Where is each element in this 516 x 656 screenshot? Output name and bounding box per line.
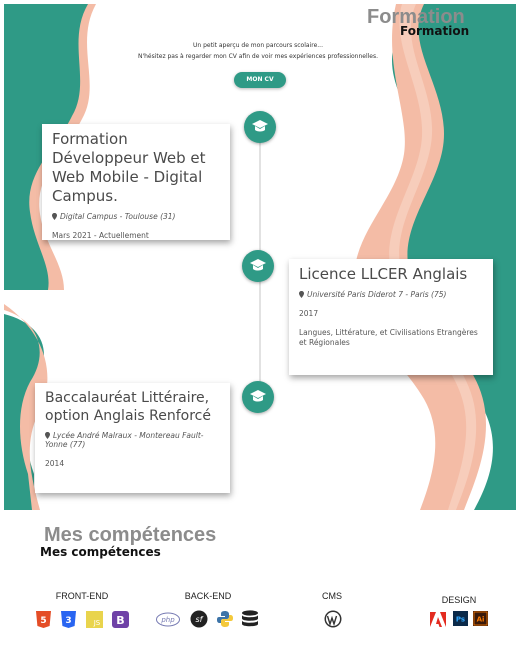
js-icon-text: JS [93, 619, 101, 627]
illustrator-icon: Ai [473, 611, 488, 626]
timeline-node-3 [242, 381, 274, 413]
formation-card-location: Université Paris Diderot 7 - Paris (75) [299, 290, 483, 299]
skills-title: Mes compétences [40, 545, 161, 559]
svg-text:5: 5 [40, 616, 46, 626]
formation-card-date: Mars 2021 - Actuellement [52, 231, 149, 240]
map-marker-icon [52, 213, 57, 220]
html5-icon: 5 [36, 611, 51, 628]
graduation-cap-icon [252, 120, 268, 132]
skill-category-design: DESIGN [441, 595, 477, 605]
formation-card-date: 2014 [45, 459, 65, 468]
graduation-cap-icon [250, 390, 266, 402]
formation-title: Formation [400, 24, 470, 38]
timeline-node-2 [242, 250, 274, 282]
bootstrap-icon: B [112, 611, 129, 628]
svg-text:3: 3 [65, 616, 71, 626]
cv-button[interactable]: MON CV [234, 72, 286, 88]
bootstrap-icon-text: B [116, 614, 124, 627]
map-marker-icon [299, 291, 304, 298]
formation-card-title: Baccalauréat Littéraire, option Anglais … [45, 390, 211, 424]
skills-title-large: Mes compétences [44, 524, 217, 546]
formation-card-3: Baccalauréat Littéraire, option Anglais … [35, 383, 230, 493]
photoshop-icon-text: Ps [456, 616, 465, 624]
css3-icon: 3 [61, 611, 76, 628]
skill-category-front-end: FRONT-END [55, 591, 109, 601]
adobe-icon [430, 612, 446, 627]
page: Formation Formation Un petit aperçu de m… [0, 0, 516, 656]
photoshop-icon: Ps [453, 611, 468, 626]
formation-intro: Un petit aperçu de mon parcours scolaire… [0, 40, 516, 62]
symfony-icon: sf [190, 610, 208, 628]
formation-card-description: Langues, Littérature, et Civilisations E… [299, 328, 478, 347]
formation-card-1: Formation Développeur Web et Web Mobile … [42, 124, 230, 240]
graduation-cap-icon [250, 259, 266, 271]
js-icon: JS [86, 611, 103, 628]
formation-card-location: Lycée André Malraux - Montereau Fault-Yo… [45, 431, 204, 449]
php-icon: php [156, 612, 180, 627]
intro-line-2: N'hésitez pas à regarder mon CV afin de … [137, 53, 379, 60]
formation-card-date: 2017 [299, 309, 319, 318]
map-marker-icon [45, 432, 50, 439]
skill-category-back-end: BACK-END [184, 591, 232, 601]
timeline-node-1 [244, 111, 276, 143]
formation-card-title: Licence LLCER Anglais [299, 265, 468, 283]
formation-card-title: Formation Développeur Web et Web Mobile … [52, 130, 206, 205]
database-icon [242, 610, 258, 627]
wordpress-icon [324, 610, 342, 628]
formation-card-2: Licence LLCER Anglais Université Paris D… [289, 259, 493, 375]
python-icon [217, 611, 233, 627]
formation-card-location: Digital Campus - Toulouse (31) [52, 212, 220, 221]
symfony-icon-text: sf [196, 615, 204, 624]
illustrator-icon-text: Ai [477, 616, 485, 624]
php-icon-text: php [160, 616, 175, 624]
skill-category-cms: CMS [322, 591, 342, 601]
intro-line-1: Un petit aperçu de mon parcours scolaire… [193, 42, 323, 49]
